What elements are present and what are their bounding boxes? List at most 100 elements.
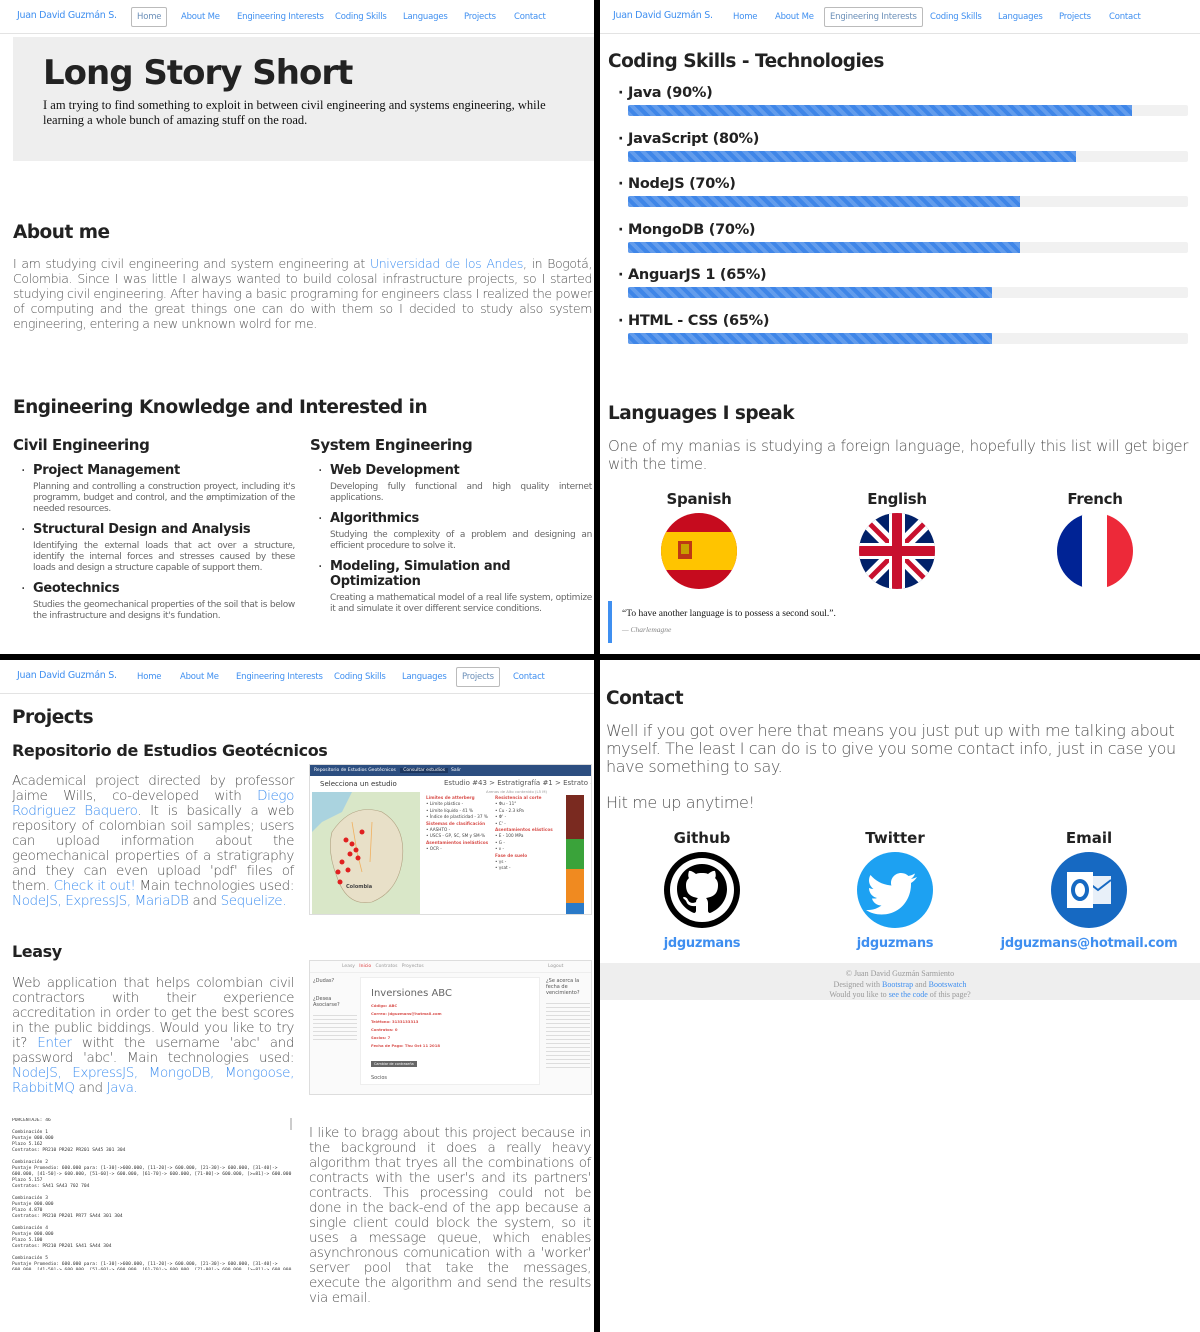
language-name: Spanish bbox=[666, 490, 732, 508]
shot-header: Estudio #43 > Estratigrafía #1 > Estrato… bbox=[444, 779, 592, 787]
nav-contact[interactable]: Contact bbox=[507, 667, 551, 687]
hero-subtitle: I am trying to find something to exploit… bbox=[43, 98, 546, 127]
nav-brand[interactable]: Juan David Guzmán S. bbox=[613, 10, 713, 21]
university-link[interactable]: Universidad de los Andes bbox=[370, 256, 523, 271]
project1-title: Repositorio de Estudios Geotécnicos bbox=[12, 741, 328, 760]
item-desc: Studies the geomechanical properties of … bbox=[33, 600, 295, 621]
tech-link[interactable]: RabbitMQ bbox=[12, 1080, 75, 1096]
and-text: and bbox=[78, 1080, 104, 1096]
project2-title: Leasy bbox=[12, 942, 62, 961]
nav-engineering[interactable]: Engineering Interests bbox=[231, 7, 330, 27]
civil-list: Project Management Planning and controlli… bbox=[13, 463, 295, 629]
shot-nav-item: Logout bbox=[548, 964, 564, 969]
skill-item: NodeJS (70%) bbox=[618, 176, 1188, 207]
nav-home[interactable]: Home bbox=[131, 7, 168, 27]
tech-link[interactable]: ExpressJS, bbox=[65, 893, 131, 909]
shot-company: Inversiones ABC bbox=[371, 988, 452, 999]
tech-link[interactable]: Sequelize. bbox=[221, 893, 287, 909]
footer-text: Would you like to bbox=[829, 990, 887, 999]
nav-languages[interactable]: Languages bbox=[396, 667, 453, 687]
nav-coding[interactable]: Coding Skills bbox=[329, 7, 393, 27]
tech-link[interactable]: ExpressJS, bbox=[72, 1065, 138, 1081]
navbar: Juan David Guzmán S. Home About Me Engin… bbox=[0, 0, 594, 34]
list-item: Web Development Developing fully function… bbox=[310, 463, 592, 504]
algorithm-console-output: PORCENTAJE: 46 Combinación 1 Puntaje 000… bbox=[12, 1118, 294, 1270]
tech-link[interactable]: MariaDB bbox=[135, 893, 189, 909]
hero-jumbotron: Long Story Short I am trying to find som… bbox=[13, 37, 594, 161]
nav-home[interactable]: Home bbox=[727, 7, 763, 27]
nav-projects[interactable]: Projects bbox=[458, 7, 502, 27]
nav-engineering[interactable]: Engineering Interests bbox=[230, 667, 329, 687]
shot-properties-2: Resistencia al corte • Φu - 11° • Cu - 2.3… bbox=[495, 795, 561, 872]
list-item: Algorithmics Studying the complexity of a… bbox=[310, 511, 592, 552]
about-text-a: I am studying civil engineering and syst… bbox=[13, 256, 370, 271]
nav-engineering[interactable]: Engineering Interests bbox=[824, 7, 923, 27]
project2-screenshot[interactable]: Leasy Inicio Contratos Proyectos Logout … bbox=[309, 960, 592, 1095]
uk-flag-icon bbox=[859, 513, 935, 589]
twitter-icon[interactable] bbox=[857, 852, 933, 928]
nav-brand[interactable]: Juan David Guzmán S. bbox=[17, 10, 117, 21]
shot-left-title: ¿Dudas? bbox=[313, 978, 335, 984]
check-it-out-link[interactable]: Check it out! bbox=[54, 878, 136, 894]
shot-property-line: Teléfono: 3133133313 bbox=[371, 1019, 419, 1024]
nav-coding[interactable]: Coding Skills bbox=[924, 7, 988, 27]
nav-coding[interactable]: Coding Skills bbox=[328, 667, 392, 687]
skill-progress-fill bbox=[628, 287, 992, 298]
civil-title: Civil Engineering bbox=[13, 436, 150, 454]
nav-projects[interactable]: Projects bbox=[456, 667, 500, 687]
bootstrap-link[interactable]: Bootstrap bbox=[882, 980, 913, 989]
engineering-title: Engineering Knowledge and Interested in bbox=[13, 397, 428, 418]
nav-brand[interactable]: Juan David Guzmán S. bbox=[17, 670, 117, 681]
nav-about[interactable]: About Me bbox=[175, 7, 226, 27]
skill-progress-bar bbox=[628, 241, 1188, 253]
shot-property-line: Código: ABC bbox=[371, 1003, 398, 1008]
github-handle-link[interactable]: jdguzmans bbox=[652, 936, 752, 951]
skill-item: MongoDB (70%) bbox=[618, 222, 1188, 253]
stratigraphy-column bbox=[566, 795, 584, 914]
skill-label: Java (90%) bbox=[618, 85, 1188, 101]
contact-panel: Contact Well if you got over here that m… bbox=[600, 660, 1200, 1332]
nav-about[interactable]: About Me bbox=[769, 7, 820, 27]
shot-topbar: Repositorio de Estudios Geotécnicos Cons… bbox=[310, 765, 591, 776]
nav-about[interactable]: About Me bbox=[174, 667, 225, 687]
email-handle-link[interactable]: jdguzmans@hotmail.com bbox=[1000, 936, 1178, 951]
project1-description: Academical project directed by professor… bbox=[12, 774, 294, 909]
language-french: French bbox=[1035, 490, 1155, 589]
tech-link[interactable]: Java. bbox=[107, 1080, 138, 1096]
shot-property-line: • USCS - GP, SC, SM y SM-% bbox=[426, 833, 486, 839]
skill-progress-fill bbox=[628, 105, 1132, 116]
skills-panel: Juan David Guzmán S. Home About Me Engin… bbox=[600, 0, 1200, 654]
and-text: and bbox=[192, 893, 218, 909]
outlook-icon[interactable] bbox=[1051, 852, 1127, 928]
nav-home[interactable]: Home bbox=[131, 667, 167, 687]
tech-link[interactable]: NodeJS, bbox=[12, 1065, 62, 1081]
twitter-handle-link[interactable]: jdguzmans bbox=[845, 936, 945, 951]
shot-company-fields: Código: ABC Correo: jdguzmans@hotmail.com… bbox=[371, 1002, 539, 1050]
shot-subheader: Arenas de Alto contenido (L5 M) bbox=[486, 789, 547, 794]
nav-contact[interactable]: Contact bbox=[508, 7, 552, 27]
shot-left-text bbox=[313, 1012, 357, 1042]
tech-link[interactable]: MongoDB, bbox=[149, 1065, 215, 1081]
github-icon[interactable] bbox=[664, 852, 740, 928]
shot-properties-1: Límites de atterberg • Límite plástico - •… bbox=[426, 795, 492, 853]
skill-item: JavaScript (80%) bbox=[618, 131, 1188, 162]
skill-progress-fill bbox=[628, 241, 1020, 253]
nav-languages[interactable]: Languages bbox=[397, 7, 454, 27]
list-item: Structural Design and Analysis Identifyin… bbox=[13, 522, 295, 574]
project1-screenshot[interactable]: Repositorio de Estudios Geotécnicos Cons… bbox=[309, 764, 592, 915]
contact-name: Email bbox=[1065, 829, 1113, 847]
nav-projects[interactable]: Projects bbox=[1053, 7, 1097, 27]
see-code-link[interactable]: see the code bbox=[889, 990, 928, 999]
tech-link[interactable]: NodeJS, bbox=[12, 893, 62, 909]
spain-flag-icon bbox=[661, 513, 737, 589]
shot-nav-item: Salir bbox=[451, 768, 461, 773]
tech-link[interactable]: Mongoose, bbox=[225, 1065, 295, 1081]
nav-contact[interactable]: Contact bbox=[1103, 7, 1147, 27]
nav-languages[interactable]: Languages bbox=[992, 7, 1049, 27]
bootswatch-link[interactable]: Bootswatch bbox=[929, 980, 967, 989]
shot-change-password-button: Cambiar de contraseña bbox=[371, 1061, 417, 1067]
footer-copyright: © Juan David Guzmán Sarmiento bbox=[845, 969, 955, 978]
enter-link[interactable]: Enter bbox=[37, 1035, 72, 1051]
skill-item: Java (90%) bbox=[618, 85, 1188, 116]
console-scrollbar[interactable] bbox=[290, 1118, 292, 1130]
